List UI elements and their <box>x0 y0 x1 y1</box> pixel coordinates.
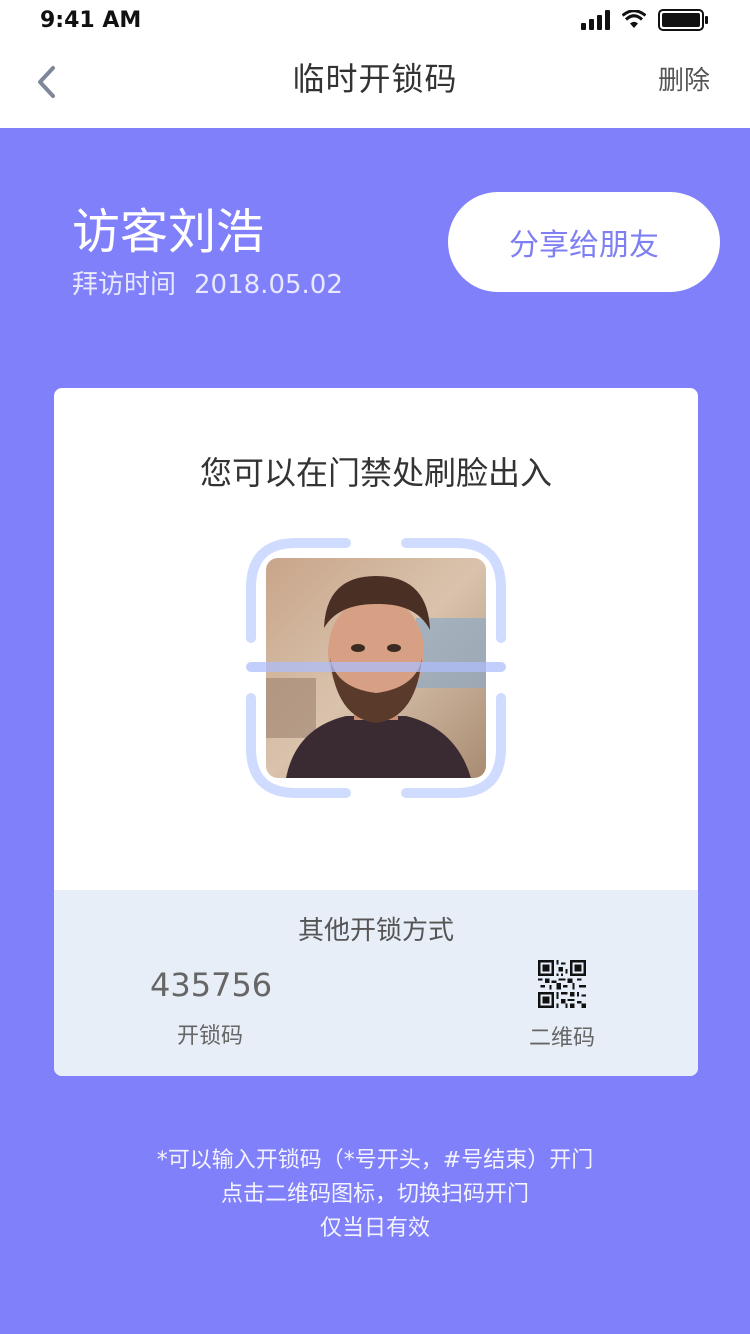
qr-code-label: 二维码 <box>528 1026 595 1051</box>
visit-time-label: 拜访时间 <box>72 270 177 300</box>
unlock-code-value: 435756 <box>150 966 273 1004</box>
face-unlock-instruction: 您可以在门禁处刷脸出入 <box>199 454 552 492</box>
unlock-card: 您可以在门禁处刷脸出入 其他开锁方式 435756 开锁码 二维码 <box>54 388 698 1076</box>
visit-date: 2018.05.02 <box>194 270 343 300</box>
unlock-code-option[interactable]: 435756 开锁码 <box>150 966 273 1050</box>
usage-notes: *可以输入开锁码（*号开头，#号结束）开门 点击二维码图标，切换扫码开门 仅当日… <box>0 1144 750 1246</box>
face-scan-frame <box>246 538 506 798</box>
wifi-icon <box>622 10 646 30</box>
scan-line <box>246 662 506 672</box>
top-bar: 9:41 AM 临时开锁码 删除 <box>0 0 750 128</box>
visit-time: 拜访时间 2018.05.02 <box>72 264 343 301</box>
battery-icon <box>658 9 710 31</box>
delete-button[interactable]: 删除 <box>658 60 710 97</box>
note-line: *可以输入开锁码（*号开头，#号结束）开门 <box>156 1148 594 1173</box>
other-unlock-methods: 其他开锁方式 435756 开锁码 二维码 <box>54 890 698 1076</box>
note-line: 仅当日有效 <box>319 1216 430 1241</box>
status-time: 9:41 AM <box>40 8 142 33</box>
signal-icon <box>581 10 610 30</box>
qr-code-icon <box>538 960 586 1008</box>
status-icons <box>581 9 710 31</box>
share-button[interactable]: 分享给朋友 <box>448 192 720 292</box>
page-title: 临时开锁码 <box>292 60 458 98</box>
qr-code-option[interactable]: 二维码 <box>522 960 602 1052</box>
other-methods-title: 其他开锁方式 <box>297 916 454 946</box>
note-line: 点击二维码图标，切换扫码开门 <box>220 1182 529 1207</box>
unlock-code-label: 开锁码 <box>176 1024 243 1049</box>
visitor-name: 访客刘浩 <box>72 204 265 260</box>
